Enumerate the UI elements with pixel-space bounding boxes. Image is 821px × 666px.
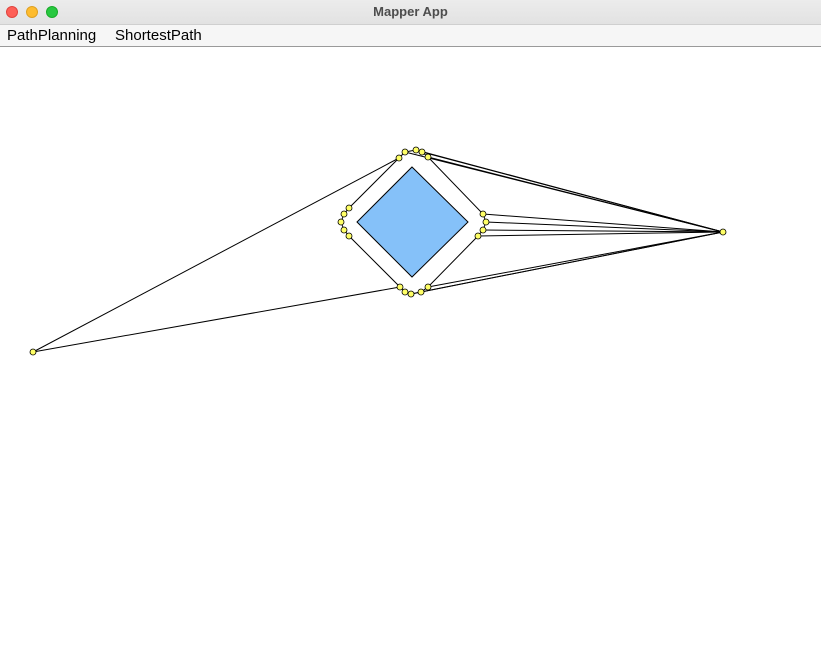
path-node[interactable] — [345, 204, 353, 212]
path-node[interactable] — [395, 154, 403, 162]
visibility-edge — [427, 231, 724, 288]
window-title: Mapper App — [373, 4, 448, 19]
path-node[interactable] — [474, 232, 482, 240]
start-node[interactable] — [29, 348, 37, 356]
path-node[interactable] — [418, 148, 426, 156]
path-node[interactable] — [424, 283, 432, 291]
goal-node[interactable] — [719, 228, 727, 236]
menu-pathplanning[interactable]: PathPlanning — [7, 27, 96, 44]
visibility-edge — [32, 157, 400, 353]
path-node[interactable] — [401, 288, 409, 296]
path-node[interactable] — [396, 283, 404, 291]
path-node[interactable] — [340, 210, 348, 218]
path-node[interactable] — [479, 210, 487, 218]
path-node[interactable] — [407, 290, 415, 298]
path-node[interactable] — [340, 226, 348, 234]
path-node[interactable] — [424, 153, 432, 161]
map-drawing[interactable] — [0, 47, 821, 666]
path-node[interactable] — [345, 232, 353, 240]
path-node[interactable] — [412, 146, 420, 154]
visibility-edge — [32, 286, 401, 353]
menu-bar: PathPlanning ShortestPath — [0, 25, 821, 47]
path-node[interactable] — [417, 288, 425, 296]
path-node[interactable] — [479, 226, 487, 234]
visibility-edge — [420, 231, 724, 293]
app-window: Mapper App PathPlanning ShortestPath — [0, 0, 821, 666]
visibility-edge — [421, 151, 724, 233]
title-bar: Mapper App — [0, 0, 821, 25]
path-node[interactable] — [482, 218, 490, 226]
path-node[interactable] — [401, 148, 409, 156]
path-node[interactable] — [337, 218, 345, 226]
menu-shortestpath[interactable]: ShortestPath — [115, 27, 202, 44]
visibility-edge — [477, 231, 724, 237]
map-canvas[interactable] — [0, 47, 821, 666]
